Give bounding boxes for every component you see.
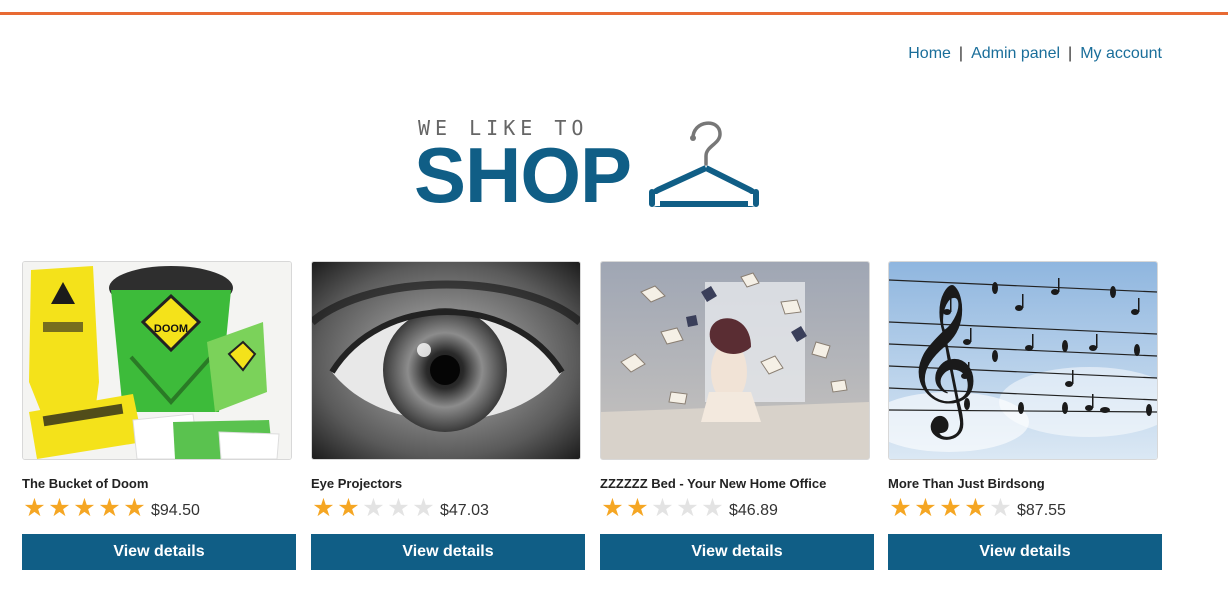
product-card: 𝄞 More Than Just Birdsong ★ ★ ★ ★ ★ $87.… <box>888 261 1162 570</box>
view-details-button[interactable]: View details <box>888 534 1162 570</box>
product-price: $94.50 <box>151 501 200 519</box>
product-price: $46.89 <box>729 501 778 519</box>
nav-separator: | <box>1068 45 1073 62</box>
star-filled-icon: ★ <box>312 494 335 522</box>
star-empty-icon: ★ <box>651 494 674 522</box>
top-accent-bar <box>0 12 1228 15</box>
product-image[interactable] <box>311 261 581 460</box>
product-rating: ★ ★ ★ ★ ★ $87.55 <box>888 496 1066 521</box>
nav-link-home[interactable]: Home <box>908 45 951 62</box>
product-card: ZZZZZZ Bed - Your New Home Office ★ ★ ★ … <box>600 261 874 570</box>
star-filled-icon: ★ <box>337 494 360 522</box>
star-filled-icon: ★ <box>914 494 937 522</box>
svg-text:𝄞: 𝄞 <box>903 281 980 440</box>
star-empty-icon: ★ <box>412 494 435 522</box>
star-filled-icon: ★ <box>123 494 146 522</box>
product-rating: ★ ★ ★ ★ ★ $47.03 <box>311 496 489 521</box>
product-price: $87.55 <box>1017 501 1066 519</box>
product-rating: ★ ★ ★ ★ ★ $94.50 <box>22 496 200 521</box>
product-card: Eye Projectors ★ ★ ★ ★ ★ $47.03 View det… <box>311 261 585 570</box>
star-empty-icon: ★ <box>362 494 385 522</box>
star-filled-icon: ★ <box>601 494 624 522</box>
logo-wordmark: SHOP <box>414 131 632 219</box>
product-image[interactable]: 𝄞 <box>888 261 1158 460</box>
product-card: DOOM The Bucket of Doom ★ ★ ★ ★ ★ $94.50… <box>22 261 296 570</box>
product-name: More Than Just Birdsong <box>888 476 1045 491</box>
hanger-icon <box>648 121 760 207</box>
product-price: $47.03 <box>440 501 489 519</box>
star-filled-icon: ★ <box>23 494 46 522</box>
star-empty-icon: ★ <box>989 494 1012 522</box>
product-image[interactable]: DOOM <box>22 261 292 460</box>
nav-link-my-account[interactable]: My account <box>1080 45 1162 62</box>
product-rating: ★ ★ ★ ★ ★ $46.89 <box>600 496 778 521</box>
star-filled-icon: ★ <box>73 494 96 522</box>
star-filled-icon: ★ <box>939 494 962 522</box>
view-details-button[interactable]: View details <box>311 534 585 570</box>
product-name: The Bucket of Doom <box>22 476 149 491</box>
top-nav: Home | Admin panel | My account <box>908 45 1162 63</box>
nav-link-admin-panel[interactable]: Admin panel <box>971 45 1060 62</box>
product-image[interactable] <box>600 261 870 460</box>
product-name: Eye Projectors <box>311 476 403 491</box>
star-empty-icon: ★ <box>701 494 724 522</box>
view-details-button[interactable]: View details <box>600 534 874 570</box>
site-logo[interactable]: WE LIKE TO SHOP <box>414 112 770 219</box>
svg-text:DOOM: DOOM <box>154 323 188 335</box>
star-filled-icon: ★ <box>98 494 121 522</box>
product-name: ZZZZZZ Bed - Your New Home Office <box>600 476 827 491</box>
star-filled-icon: ★ <box>889 494 912 522</box>
view-details-button[interactable]: View details <box>22 534 296 570</box>
nav-separator: | <box>958 45 964 62</box>
star-filled-icon: ★ <box>48 494 71 522</box>
star-filled-icon: ★ <box>964 494 987 522</box>
star-empty-icon: ★ <box>387 494 410 522</box>
star-filled-icon: ★ <box>626 494 649 522</box>
star-empty-icon: ★ <box>676 494 699 522</box>
